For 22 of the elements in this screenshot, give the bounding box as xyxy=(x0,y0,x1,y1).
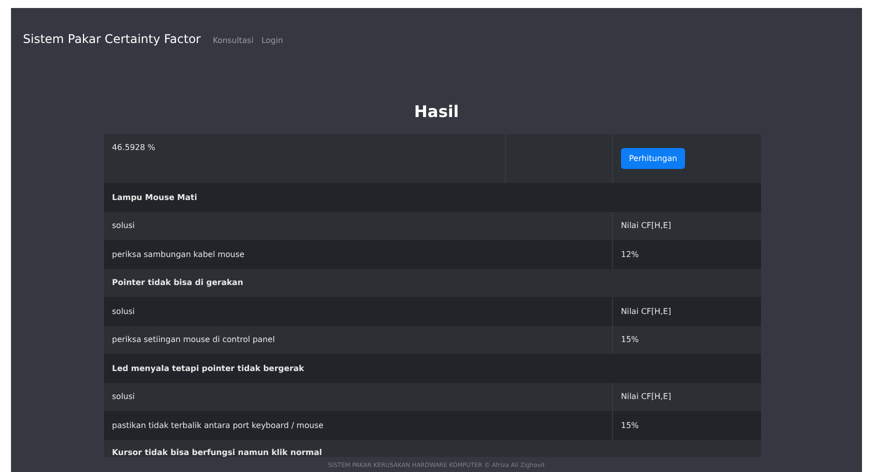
table-cell: pastikan tidak terbalik antara port keyboard / mouse xyxy=(104,411,612,440)
nav-link[interactable]: Login xyxy=(261,36,284,45)
table-cell: solusi xyxy=(104,297,612,326)
brand-link[interactable]: Sistem Pakar Certainty Factor xyxy=(23,32,201,46)
table-cell: 15% xyxy=(612,411,761,440)
table-cell: solusi xyxy=(104,382,612,411)
table-cell: periksa setiingan mouse di control panel xyxy=(104,326,612,354)
table-cell: periksa sambungan kabel mouse xyxy=(104,240,612,268)
symptom-title: Pointer tidak bisa di gerakan xyxy=(104,268,761,297)
symptom-title: Kursor tidak bisa berfungsi namun klik normal xyxy=(104,440,761,456)
table-cell: Nilai CF[H,E] xyxy=(612,382,761,411)
page-heading: Hasil xyxy=(413,102,460,121)
symptom-title: Led menyala tetapi pointer tidak bergerak xyxy=(104,354,761,382)
symptom-title: Lampu Mouse Mati xyxy=(104,183,761,212)
nav-link[interactable]: Konsultasi xyxy=(212,36,254,45)
table-cell: Nilai CF[H,E] xyxy=(612,212,761,240)
table-cell: Nilai CF[H,E] xyxy=(612,297,761,326)
result-value: 46.5928 % xyxy=(104,134,506,183)
calculation-button[interactable]: Perhitungan xyxy=(621,148,686,169)
table-cell: 15% xyxy=(612,326,761,354)
table-cell: 12% xyxy=(612,240,761,268)
table-cell: solusi xyxy=(104,212,612,240)
